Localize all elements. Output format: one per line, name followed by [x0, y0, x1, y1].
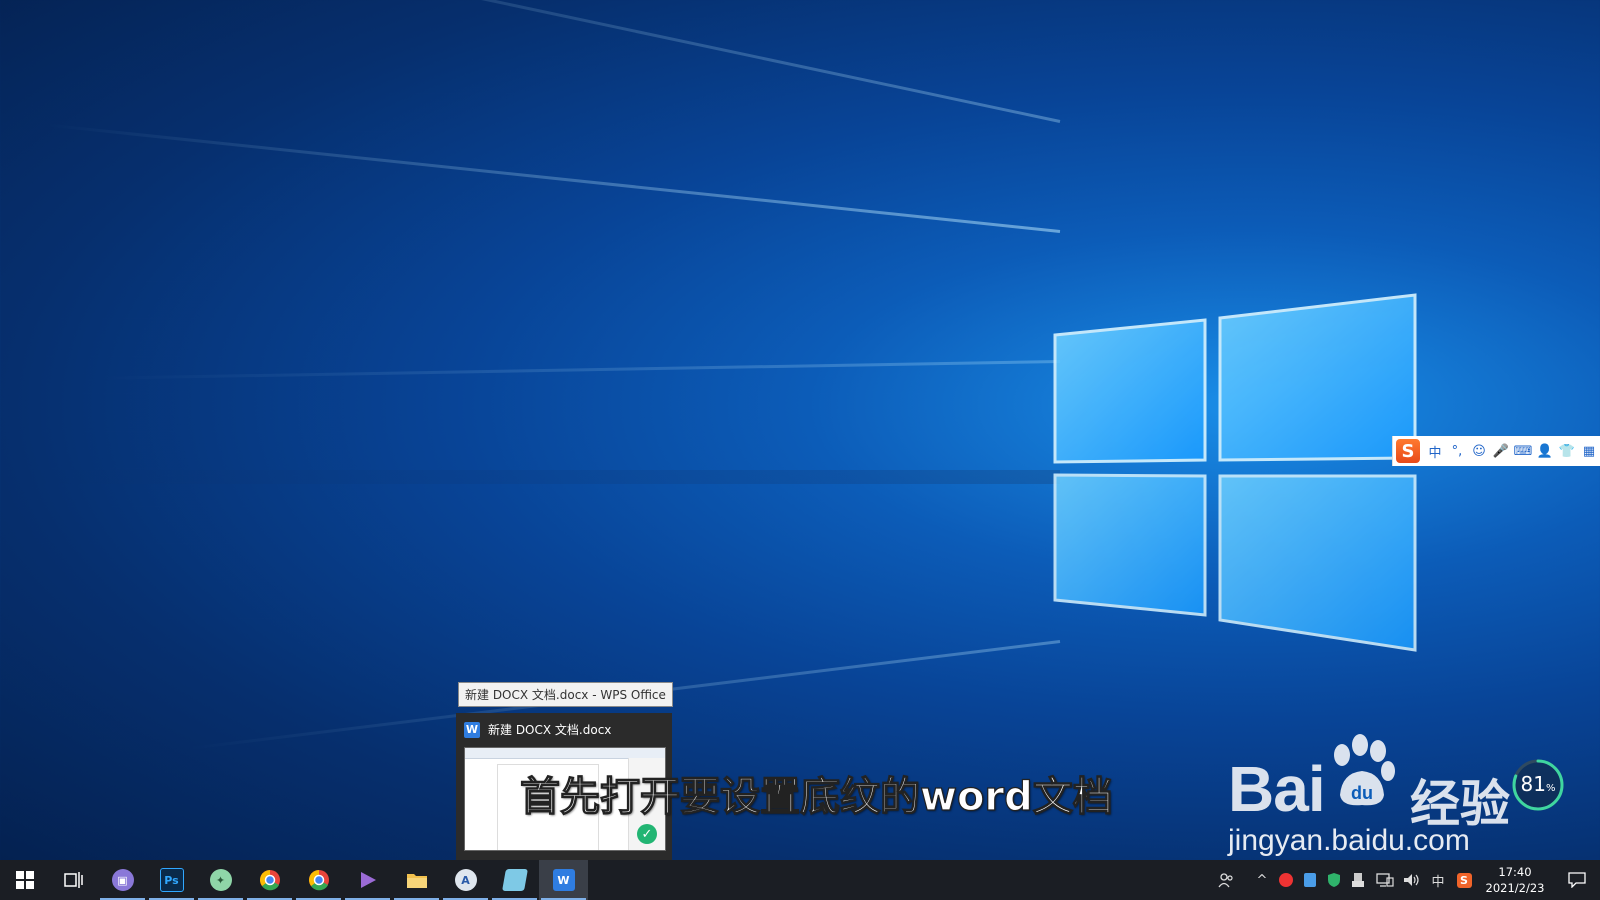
- notes-icon: [501, 869, 528, 891]
- chrome-icon: [308, 870, 329, 891]
- system-tray: ^ 中 S 17:40 2021/2/23: [1202, 860, 1600, 900]
- show-hidden-icons-chevron-icon[interactable]: ^: [1250, 860, 1274, 900]
- taskbar-app-player[interactable]: [343, 860, 392, 900]
- a-app-icon: A: [454, 869, 477, 891]
- taskbar-app-chrome-2[interactable]: [294, 860, 343, 900]
- compass-icon: ✦: [209, 869, 232, 891]
- taskbar-clock[interactable]: 17:40 2021/2/23: [1476, 864, 1554, 896]
- wps-icon: W: [552, 869, 575, 891]
- app-tray-icon[interactable]: [1298, 860, 1322, 900]
- taskbar-app-notes[interactable]: [490, 860, 539, 900]
- windows-logo-wallpaper: [1053, 293, 1417, 652]
- watermark-brand-suffix: du: [1351, 783, 1373, 803]
- ime-user-icon[interactable]: 👤: [1534, 439, 1556, 463]
- floppy-icon: ▣: [111, 869, 134, 891]
- usb-icon[interactable]: [1346, 860, 1370, 900]
- ime-toolbar[interactable]: S 中 °, ☺ 🎤 ⌨ 👤 👕 ▦: [1392, 436, 1600, 466]
- watermark-brand-prefix: Bai: [1228, 753, 1326, 825]
- ime-voice-icon[interactable]: 🎤: [1490, 439, 1512, 463]
- ime-mode-tray[interactable]: 中: [1424, 860, 1452, 900]
- clock-date: 2021/2/23: [1485, 881, 1545, 895]
- taskbar-app-save[interactable]: ▣: [98, 860, 147, 900]
- taskbar-app-explorer[interactable]: [392, 860, 441, 900]
- performance-gauge-label: 81%: [1511, 772, 1565, 796]
- wps-icon: W: [464, 721, 480, 738]
- ime-skin-icon[interactable]: 👕: [1556, 439, 1578, 463]
- taskbar: ▣ Ps ✦ A W ^ 中 S 17:40 2021/2/23: [0, 860, 1600, 900]
- gauge-value: 81: [1520, 772, 1546, 796]
- network-icon[interactable]: [1370, 860, 1400, 900]
- windows-icon: [15, 871, 34, 889]
- folder-icon: [406, 874, 427, 888]
- notification-icon: [1568, 872, 1586, 888]
- taskbar-app-photoshop[interactable]: Ps: [147, 860, 196, 900]
- gauge-unit: %: [1545, 783, 1556, 794]
- people-icon[interactable]: [1202, 860, 1250, 900]
- chrome-icon: [259, 870, 280, 891]
- watermark-url: jingyan.baidu.com: [1228, 824, 1470, 857]
- taskbar-app-wps[interactable]: W: [539, 860, 588, 900]
- ime-toolbox-icon[interactable]: ▦: [1578, 439, 1600, 463]
- baidu-paw-icon: du: [1334, 734, 1395, 806]
- netease-icon[interactable]: [1274, 860, 1298, 900]
- clock-time: 17:40: [1498, 865, 1532, 879]
- ime-emoji-icon[interactable]: ☺: [1468, 439, 1490, 463]
- shield-icon[interactable]: [1322, 860, 1346, 900]
- ime-keyboard-icon[interactable]: ⌨: [1512, 439, 1534, 463]
- taskbar-tooltip: 新建 DOCX 文档.docx - WPS Office: [458, 682, 673, 707]
- taskbar-app-chrome-1[interactable]: [245, 860, 294, 900]
- action-center-button[interactable]: [1554, 860, 1600, 900]
- photoshop-icon: Ps: [159, 868, 184, 892]
- check-icon: ✓: [637, 824, 657, 844]
- task-view-icon: [63, 872, 83, 888]
- ime-punctuation-icon[interactable]: °,: [1446, 439, 1468, 463]
- taskbar-app-a[interactable]: A: [441, 860, 490, 900]
- task-view-button[interactable]: [49, 860, 98, 900]
- volume-icon[interactable]: [1400, 860, 1424, 900]
- sogou-tray-icon[interactable]: S: [1452, 860, 1476, 900]
- thumbnail-window-title: 新建 DOCX 文档.docx: [488, 723, 612, 737]
- start-button[interactable]: [0, 860, 49, 900]
- play-icon: [360, 872, 376, 888]
- taskbar-app-tool[interactable]: ✦: [196, 860, 245, 900]
- ime-mode-chinese[interactable]: 中: [1424, 439, 1446, 463]
- video-subtitle: 首先打开要设置底纹的word文档: [519, 773, 1113, 820]
- sogou-logo-icon[interactable]: S: [1396, 439, 1420, 463]
- thumbnail-title-bar: W 新建 DOCX 文档.docx: [464, 721, 611, 738]
